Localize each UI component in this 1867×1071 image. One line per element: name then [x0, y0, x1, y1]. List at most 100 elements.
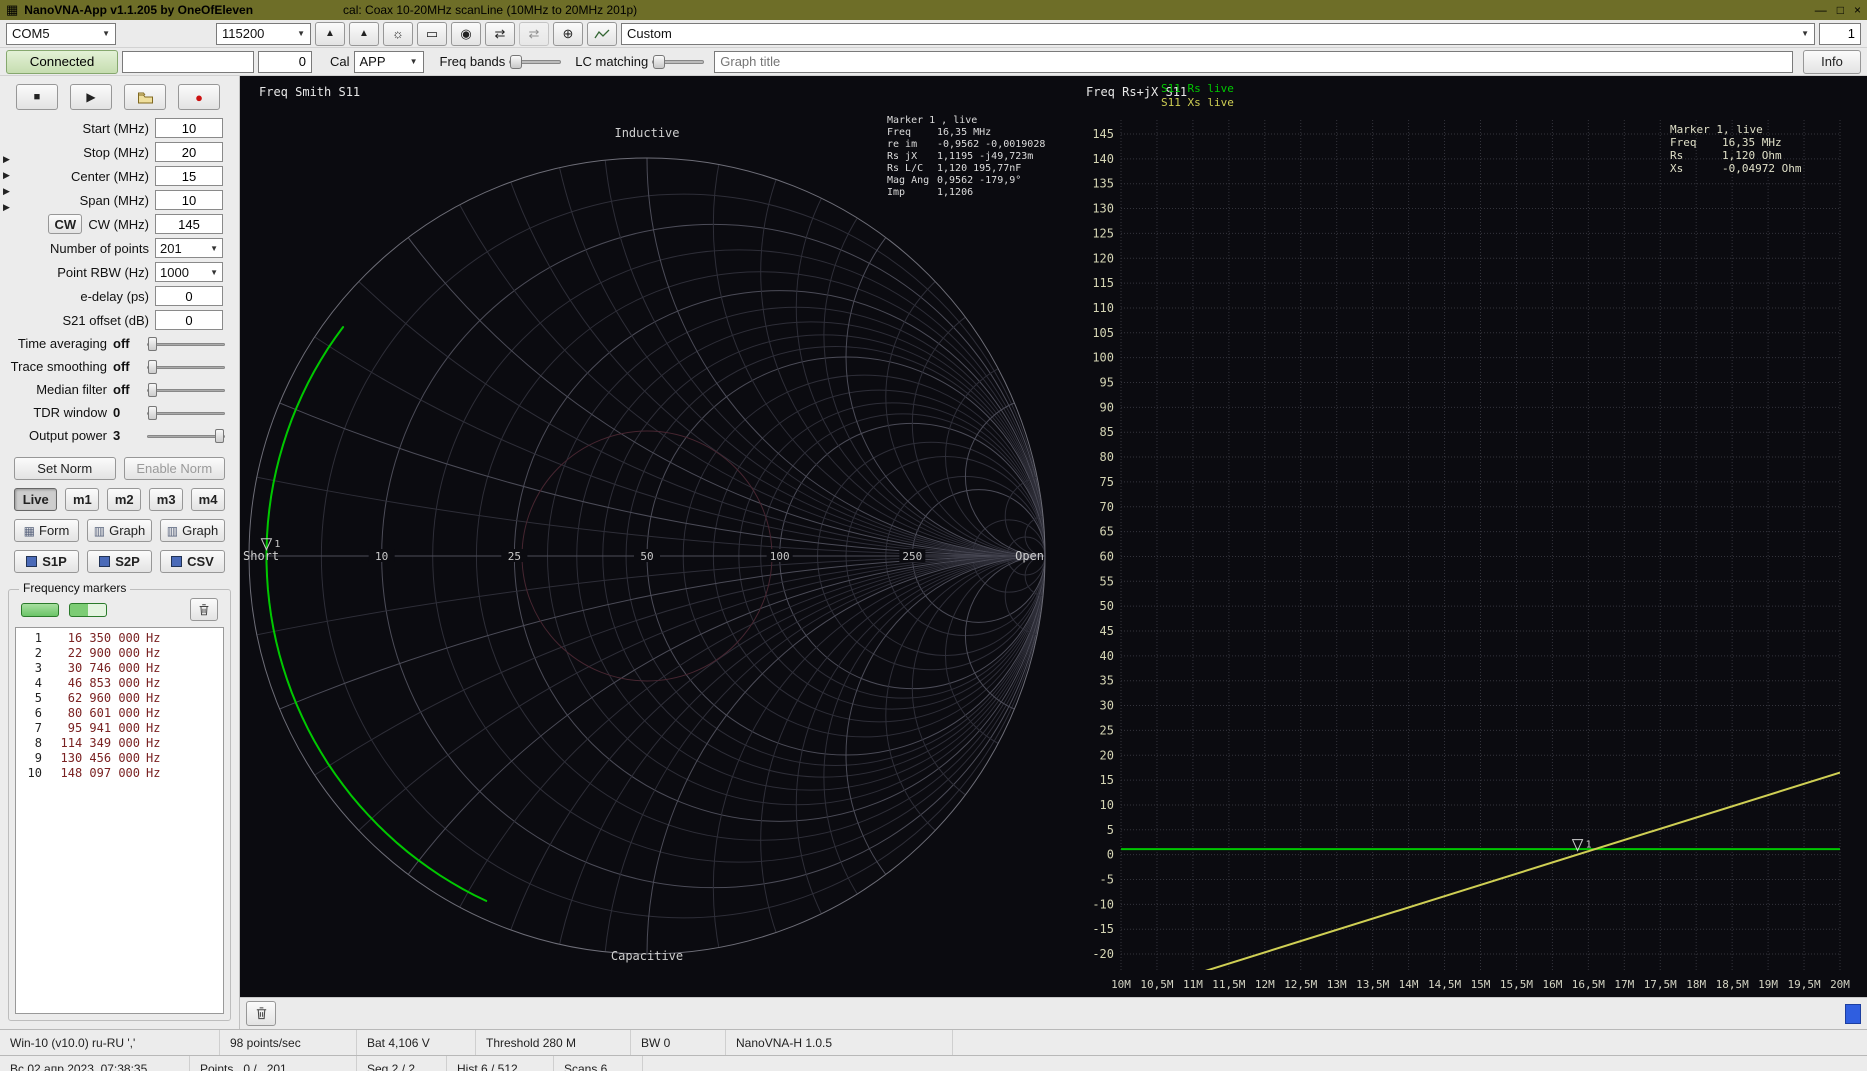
graph-title-input[interactable]: [714, 50, 1793, 73]
rsxs-chart-svg[interactable]: -20 -15 -10 -5 0 5 10 15 20 25 30 35 40 45 50 55 60 65 70 7…: [1080, 76, 1867, 997]
marker-row[interactable]: 9 130 456 000 Hz: [16, 751, 223, 766]
graph-button-2[interactable]: ▥ Graph: [160, 519, 225, 542]
record-button[interactable]: ●: [178, 84, 220, 110]
inductive-label: Inductive: [614, 126, 680, 140]
toggle-knob[interactable]: [653, 54, 666, 69]
span-mhz-input[interactable]: [155, 190, 223, 210]
connected-button[interactable]: Connected: [6, 49, 118, 74]
marker-row[interactable]: 4 46 853 000 Hz: [16, 676, 223, 691]
median-filter-slider[interactable]: [147, 382, 225, 398]
svg-text:50: 50: [1100, 599, 1114, 613]
info-button[interactable]: Info: [1803, 49, 1861, 74]
marker-info-row: Imp 1,1206: [887, 187, 974, 198]
freq-bands-toggle[interactable]: [509, 54, 562, 70]
save-s2p-button[interactable]: S2P: [87, 550, 152, 573]
arrow-up-button-1[interactable]: ▲: [315, 21, 345, 46]
index-input[interactable]: [1819, 22, 1861, 45]
calibration-status-text: cal: Coax 10-20MHz scanLine (10MHz to 20…: [343, 3, 638, 17]
cw-mhz-input[interactable]: [155, 214, 223, 234]
memory-m3-button[interactable]: m3: [149, 488, 184, 511]
globe-button[interactable]: ⊕: [553, 21, 583, 46]
form-button[interactable]: ▦ Form: [14, 519, 79, 542]
expander-arrow-icon[interactable]: ▶: [3, 186, 10, 196]
transfer-button-disabled: ⇄: [519, 21, 549, 46]
marker-row[interactable]: 2 22 900 000 Hz: [16, 646, 223, 661]
stop-mhz-input[interactable]: [155, 142, 223, 162]
close-button[interactable]: ×: [1854, 3, 1861, 17]
waveform-button[interactable]: [587, 21, 617, 46]
graph-button-1[interactable]: ▥ Graph: [87, 519, 152, 542]
preset-select[interactable]: Custom ▼: [621, 22, 1815, 45]
marker-row[interactable]: 1 16 350 000 Hz: [16, 631, 223, 646]
open-folder-button[interactable]: [124, 84, 166, 110]
zero-value-input[interactable]: [258, 50, 312, 73]
edelay-input[interactable]: [155, 286, 223, 306]
center-mhz-input[interactable]: [155, 166, 223, 186]
tdr-window-label: TDR window: [33, 405, 107, 420]
lc-matching-toggle[interactable]: [652, 54, 705, 70]
svg-text:85: 85: [1100, 425, 1114, 439]
memory-m1-button[interactable]: m1: [65, 488, 100, 511]
cw-button[interactable]: CW: [48, 214, 83, 234]
slider-knob[interactable]: [148, 359, 157, 374]
marker-row[interactable]: 3 30 746 000 Hz: [16, 661, 223, 676]
marker-color-swatch-2[interactable]: [69, 602, 107, 617]
legend-item: S11 Rs live: [1161, 82, 1234, 95]
marker-row[interactable]: 10 148 097 000 Hz: [16, 766, 223, 781]
connected-label: Connected: [29, 54, 95, 69]
memory-m2-button[interactable]: m2: [107, 488, 142, 511]
save-csv-button[interactable]: CSV: [160, 550, 225, 573]
transfer-button[interactable]: ⇄: [485, 21, 515, 46]
s21-offset-input[interactable]: [155, 310, 223, 330]
marker-row[interactable]: 6 80 601 000 Hz: [16, 706, 223, 721]
com-port-select[interactable]: COM5 ▼: [6, 22, 116, 45]
toolbar-secondary: Connected Cal APP ▼ Freq bands LC matchi…: [0, 48, 1867, 76]
minimize-button[interactable]: —: [1815, 3, 1827, 17]
slider-knob[interactable]: [148, 405, 157, 420]
marker-row[interactable]: 8 114 349 000 Hz: [16, 736, 223, 751]
clear-markers-button[interactable]: [246, 1001, 276, 1026]
trace-smoothing-slider[interactable]: [147, 359, 225, 375]
cal-mode-select[interactable]: APP ▼: [353, 50, 424, 73]
set-norm-button[interactable]: Set Norm: [14, 457, 116, 480]
point-rbw-select[interactable]: 1000 ▼: [155, 262, 223, 282]
expander-arrow-icon[interactable]: ▶: [3, 202, 10, 212]
info-label: Info: [1821, 54, 1843, 69]
baud-rate-select[interactable]: 115200 ▼: [216, 22, 311, 45]
status-datetime: Вс 02 апр 2023 07:38:35: [0, 1056, 190, 1071]
number-of-points-select[interactable]: 201 ▼: [155, 238, 223, 258]
expander-arrow-icon[interactable]: ▶: [3, 154, 10, 164]
arrow-up-button-2[interactable]: ▲: [349, 21, 379, 46]
marker-info-row: Rs L/C 1,120 195,77nF: [887, 163, 1022, 174]
memory-live-button[interactable]: Live: [14, 488, 58, 511]
memory-m4-button[interactable]: m4: [191, 488, 225, 511]
slider-knob[interactable]: [148, 382, 157, 397]
stop-button[interactable]: ■: [16, 84, 58, 110]
marker-row[interactable]: 5 62 960 000 Hz: [16, 691, 223, 706]
marker-row[interactable]: 7 95 941 000 Hz: [16, 721, 223, 736]
svg-text:25: 25: [1100, 723, 1114, 737]
save-s1p-button[interactable]: S1P: [14, 550, 79, 573]
slider-knob[interactable]: [148, 336, 157, 351]
expander-arrow-icon[interactable]: ▶: [3, 170, 10, 180]
display-button[interactable]: ▭: [417, 21, 447, 46]
play-button[interactable]: ▶: [70, 84, 112, 110]
smith-chart-svg[interactable]: 10 25 50 100 2501: [240, 76, 1080, 997]
maximize-button[interactable]: □: [1837, 3, 1844, 17]
aux-text-input[interactable]: [122, 50, 254, 73]
svg-text:10,5M: 10,5M: [1140, 978, 1173, 991]
status-scans: Scans 6: [554, 1056, 643, 1071]
slider-knob[interactable]: [215, 428, 224, 443]
tdr-window-slider[interactable]: [147, 405, 225, 421]
marker-color-swatch-1[interactable]: [21, 602, 59, 617]
point-rbw-value: 1000: [160, 264, 189, 280]
delete-markers-button[interactable]: [190, 598, 218, 621]
toggle-knob[interactable]: [510, 54, 523, 69]
screenshot-button[interactable]: ◉: [451, 21, 481, 46]
time-averaging-slider[interactable]: [147, 336, 225, 352]
brightness-button[interactable]: ☼: [383, 21, 413, 46]
frequency-marker-list[interactable]: 1 16 350 000 Hz 2 22 900 000 Hz 3 30 746 000 Hz 4…: [15, 627, 224, 1014]
output-power-slider[interactable]: [147, 428, 225, 444]
start-mhz-input[interactable]: [155, 118, 223, 138]
sun-icon: ☼: [392, 26, 404, 41]
